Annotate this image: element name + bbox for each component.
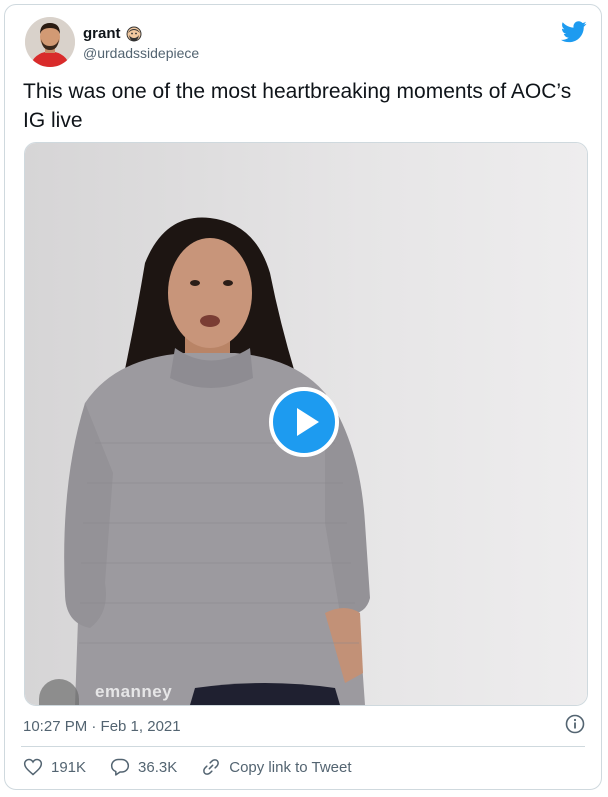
display-name: grant [83,25,121,42]
play-button[interactable] [269,387,339,457]
heart-icon [23,758,43,776]
author-handle[interactable]: @urdadssidepiece [83,45,199,61]
copy-link-label: Copy link to Tweet [229,758,352,776]
twitter-bird-icon[interactable] [561,21,587,43]
like-button[interactable]: 191K [23,757,86,777]
video-watermark: emanney [95,682,173,701]
play-icon [297,408,319,436]
like-count: 191K [51,758,87,776]
info-icon[interactable] [565,714,585,734]
avatar-photo [25,17,75,67]
tweet-text: This was one of the most heartbreaking m… [23,80,572,132]
tweet-timestamp[interactable]: 10:27 PM · Feb 1, 2021 [23,718,181,735]
link-icon [203,759,220,775]
tweet-card: grant @urdadssidepiece This was one of t… [4,4,602,790]
reply-button[interactable]: 36.3K [110,757,177,777]
reply-count: 36.3K [138,758,178,776]
reply-icon [110,758,130,776]
author-name[interactable]: grant [83,25,142,42]
copy-link-button[interactable]: Copy link to Tweet [201,757,352,777]
tweet-actions: 191K 36.3K Copy link to Tweet [23,757,376,777]
divider [21,746,585,747]
avatar[interactable] [25,17,75,67]
video-player[interactable]: emanney [24,142,588,706]
bearded-face-emoji-icon [126,26,141,41]
